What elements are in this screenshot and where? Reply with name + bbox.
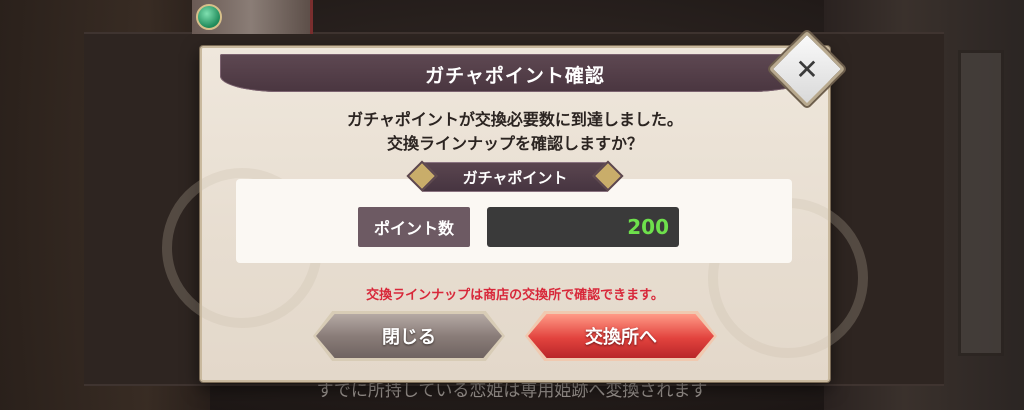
points-count-value: 200 bbox=[487, 207, 679, 247]
message-line-2: 交換ラインナップを確認しますか？ bbox=[386, 134, 643, 153]
background-window bbox=[958, 50, 1004, 356]
message-line-1: ガチャポイントが交換必要数に到達しました。 bbox=[347, 110, 683, 129]
dialog-title: ガチャポイント確認 bbox=[425, 65, 605, 87]
points-count-label: ポイント数 bbox=[358, 207, 470, 247]
background-character-thumbnail bbox=[192, 0, 313, 34]
close-icon: ✕ bbox=[795, 52, 819, 86]
dialog-header: ガチャポイント確認 bbox=[220, 54, 810, 92]
close-button[interactable]: 閉じる bbox=[316, 314, 502, 358]
panel-label-text: ガチャポイント bbox=[462, 169, 568, 187]
go-to-exchange-button[interactable]: 交換所へ bbox=[528, 314, 714, 358]
dialog-message: ガチャポイントが交換必要数に到達しました。 交換ラインナップを確認しますか？ bbox=[202, 108, 828, 156]
exchange-note: 交換ラインナップは商店の交換所で確認できます。 bbox=[366, 288, 664, 303]
gem-icon bbox=[196, 4, 222, 30]
gacha-point-dialog: ガチャポイント確認 ガチャポイントが交換必要数に到達しました。 交換ラインナップ… bbox=[162, 46, 868, 382]
points-panel-label: ガチャポイント bbox=[406, 160, 624, 192]
